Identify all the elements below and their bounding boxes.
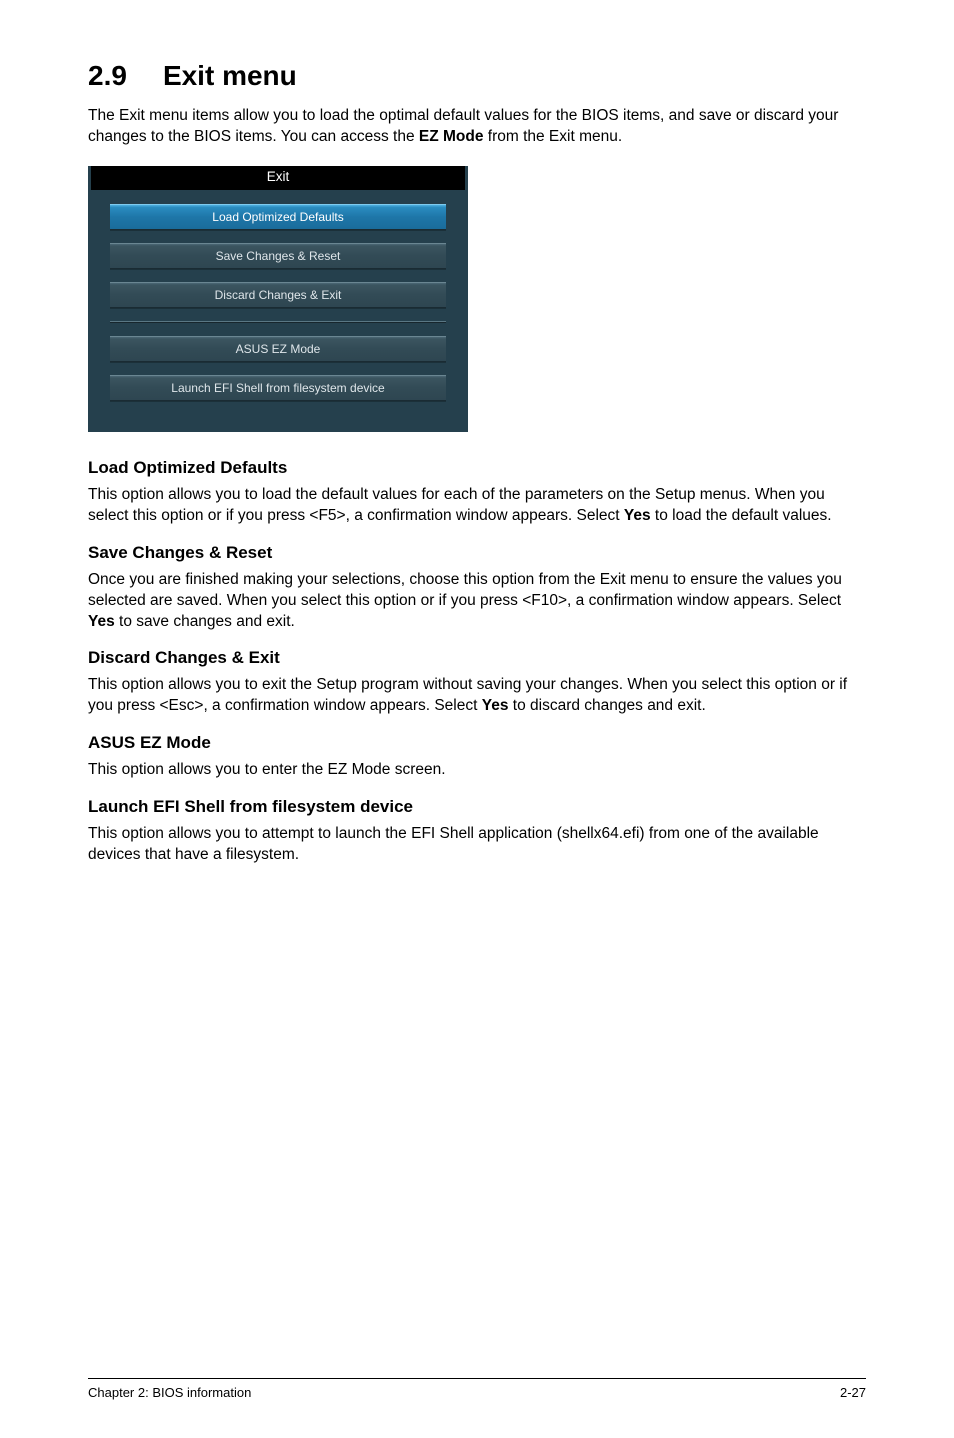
load-optimized-defaults-button[interactable]: Load Optimized Defaults bbox=[110, 204, 446, 230]
save-reset-text-b: to save changes and exit. bbox=[115, 613, 295, 630]
save-reset-text-a: Once you are finished making your select… bbox=[88, 571, 842, 609]
intro-bold: EZ Mode bbox=[419, 128, 484, 145]
launch-efi-heading: Launch EFI Shell from filesystem device bbox=[88, 797, 866, 817]
intro-paragraph: The Exit menu items allow you to load th… bbox=[88, 106, 866, 148]
bios-exit-panel: Exit Load Optimized Defaults Save Change… bbox=[88, 166, 468, 432]
load-defaults-text: This option allows you to load the defau… bbox=[88, 485, 866, 527]
section-title: 2.9 Exit menu bbox=[88, 60, 866, 92]
bios-divider bbox=[110, 321, 446, 322]
page-footer: Chapter 2: BIOS information 2-27 bbox=[88, 1378, 866, 1400]
bios-panel-header: Exit bbox=[91, 166, 465, 190]
discard-exit-text: This option allows you to exit the Setup… bbox=[88, 675, 866, 717]
launch-efi-shell-button[interactable]: Launch EFI Shell from filesystem device bbox=[110, 375, 446, 401]
save-reset-text: Once you are finished making your select… bbox=[88, 570, 866, 633]
discard-exit-text-a: This option allows you to exit the Setup… bbox=[88, 676, 847, 714]
ez-mode-text: This option allows you to enter the EZ M… bbox=[88, 760, 866, 781]
load-defaults-text-b: to load the default values. bbox=[651, 507, 832, 524]
discard-changes-exit-button[interactable]: Discard Changes & Exit bbox=[110, 282, 446, 308]
discard-exit-text-b: to discard changes and exit. bbox=[508, 697, 705, 714]
intro-text-b: from the Exit menu. bbox=[483, 128, 622, 145]
footer-page-number: 2-27 bbox=[840, 1385, 866, 1400]
save-reset-bold: Yes bbox=[88, 613, 115, 630]
section-name: Exit menu bbox=[163, 60, 297, 91]
section-number: 2.9 bbox=[88, 60, 127, 92]
footer-chapter: Chapter 2: BIOS information bbox=[88, 1385, 251, 1400]
discard-exit-bold: Yes bbox=[482, 697, 509, 714]
save-changes-reset-button[interactable]: Save Changes & Reset bbox=[110, 243, 446, 269]
launch-efi-text: This option allows you to attempt to lau… bbox=[88, 824, 866, 866]
ez-mode-heading: ASUS EZ Mode bbox=[88, 733, 866, 753]
bios-button-group-top: Load Optimized Defaults Save Changes & R… bbox=[88, 204, 468, 401]
load-defaults-bold: Yes bbox=[624, 507, 651, 524]
load-defaults-heading: Load Optimized Defaults bbox=[88, 458, 866, 478]
asus-ez-mode-button[interactable]: ASUS EZ Mode bbox=[110, 336, 446, 362]
save-reset-heading: Save Changes & Reset bbox=[88, 543, 866, 563]
discard-exit-heading: Discard Changes & Exit bbox=[88, 648, 866, 668]
